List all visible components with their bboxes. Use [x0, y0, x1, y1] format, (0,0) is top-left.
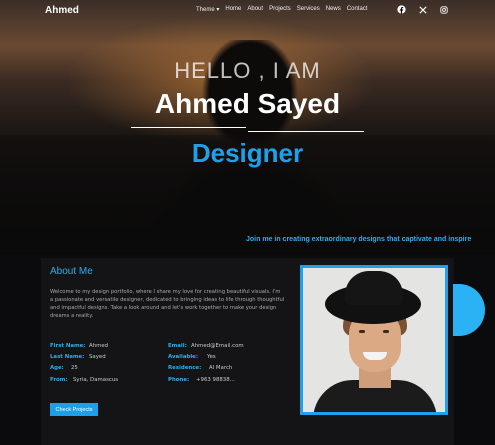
- about-title: About Me: [50, 266, 93, 277]
- nav-menu: Theme ▾ Home About Projects Services New…: [196, 6, 367, 13]
- facebook-icon[interactable]: [397, 5, 406, 14]
- hero-tagline: Join me in creating extraordinary design…: [246, 236, 472, 243]
- photo-eye: [359, 330, 365, 333]
- photo-hat-top: [345, 271, 403, 305]
- hero-underline-right: [248, 131, 364, 132]
- info-label: Available:: [168, 354, 198, 360]
- info-label: Age:: [50, 365, 64, 371]
- info-value: Ahmed: [89, 343, 109, 349]
- info-value: Sayed: [89, 354, 106, 360]
- info-label: Phone:: [168, 377, 190, 383]
- info-value[interactable]: +963 98838...: [196, 377, 235, 383]
- profile-photo: [300, 265, 448, 415]
- brand-logo[interactable]: Ahmed: [45, 5, 79, 16]
- nav-item-theme[interactable]: Theme ▾: [196, 6, 219, 13]
- nav-item-about[interactable]: About: [247, 6, 263, 13]
- hero-role: Designer: [191, 138, 304, 168]
- check-projects-button[interactable]: Check Projects: [50, 403, 98, 416]
- photo-eye: [383, 330, 389, 333]
- info-first-name: First Name: Ahmed: [50, 343, 108, 349]
- info-age: Age: 25: [50, 365, 78, 371]
- info-email: Email: Ahmed@Email.com: [168, 343, 244, 349]
- nav-item-news[interactable]: News: [326, 6, 341, 13]
- info-label: First Name:: [50, 343, 86, 349]
- nav-item-contact[interactable]: Contact: [347, 6, 368, 13]
- instagram-icon[interactable]: [439, 5, 448, 14]
- info-residence: Residence: Al March: [168, 365, 232, 371]
- info-label: Residence:: [168, 365, 202, 371]
- info-label: From:: [50, 377, 68, 383]
- info-available: Available: Yes: [168, 354, 216, 360]
- info-from: From: Syria, Damascus: [50, 377, 118, 383]
- info-value[interactable]: Ahmed@Email.com: [191, 343, 244, 349]
- info-value: Al March: [209, 365, 233, 371]
- hero-greeting: HELLO , I AM: [174, 58, 321, 83]
- x-icon[interactable]: [418, 5, 427, 14]
- nav-item-home[interactable]: Home: [225, 6, 241, 13]
- hero-section: [0, 0, 495, 255]
- decorative-half-circle: [453, 284, 485, 336]
- about-description: Welcome to my design portfolio, where I …: [50, 289, 285, 319]
- hero-underline-left: [131, 127, 246, 128]
- info-value: 25: [71, 365, 78, 371]
- navbar: Ahmed Theme ▾ Home About Projects Servic…: [0, 0, 495, 20]
- info-last-name: Last Name: Sayed: [50, 354, 106, 360]
- info-value: Syria, Damascus: [73, 377, 119, 383]
- hero-name: Ahmed Sayed: [154, 88, 341, 119]
- info-phone: Phone: +963 98838...: [168, 377, 235, 383]
- info-value: Yes: [207, 354, 216, 360]
- social-links: [397, 5, 448, 14]
- info-label: Last Name:: [50, 354, 85, 360]
- nav-item-services[interactable]: Services: [297, 6, 320, 13]
- nav-item-projects[interactable]: Projects: [269, 6, 291, 13]
- info-label: Email:: [168, 343, 187, 349]
